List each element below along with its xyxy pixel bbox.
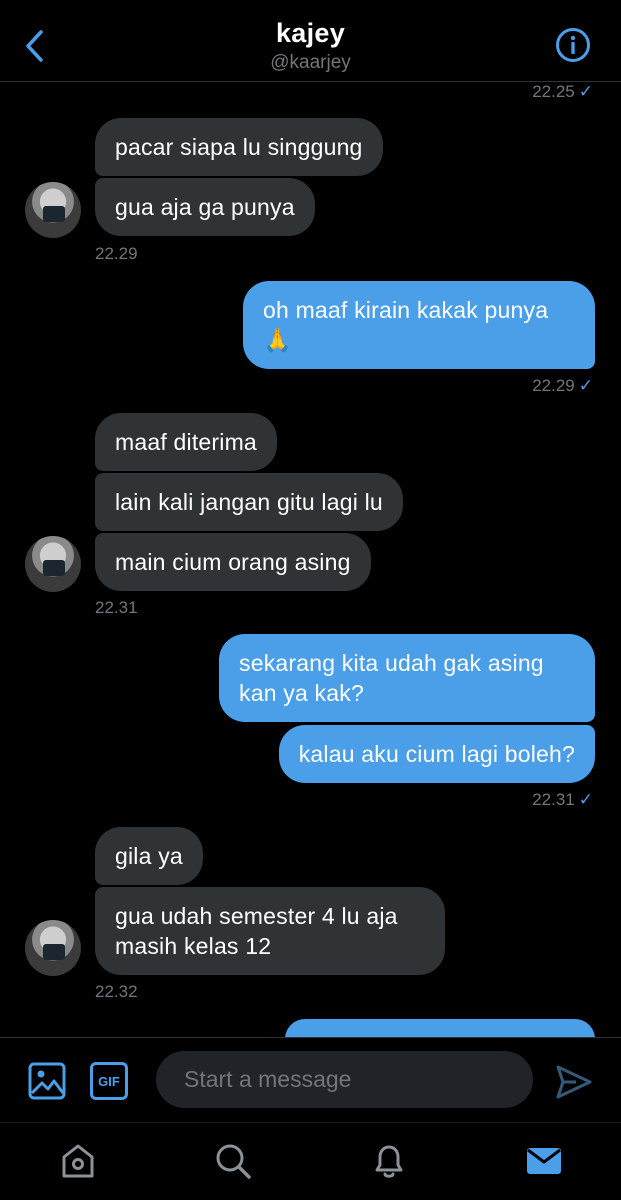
info-button[interactable]: [555, 27, 591, 63]
tab-home[interactable]: [58, 1141, 98, 1181]
conversation-header: kajey @kaarjey: [0, 0, 621, 82]
outgoing-message[interactable]: kalau aku cium lagi boleh?: [278, 725, 595, 783]
message-timestamp: 22.32: [95, 982, 138, 1001]
incoming-message[interactable]: gua aja ga punya: [95, 178, 315, 236]
message-timestamp: 22.31 ✓: [532, 790, 593, 809]
read-check-icon: ✓: [578, 82, 593, 101]
read-check-icon: ✓: [578, 376, 593, 395]
avatar[interactable]: [25, 536, 81, 592]
incoming-message[interactable]: maaf diterima: [95, 413, 277, 471]
message-timestamp: 22.31: [95, 598, 138, 617]
outgoing-message[interactable]: sekarang kita udah gak asing kan ya kak?: [219, 634, 595, 722]
incoming-message[interactable]: main cium orang asing: [95, 533, 371, 591]
outgoing-message[interactable]: oh maaf kirain kakak punya 🙏: [243, 281, 595, 369]
incoming-message[interactable]: gua udah semester 4 lu aja masih kelas 1…: [95, 887, 445, 975]
bottom-tab-bar: [0, 1122, 621, 1200]
home-icon: [62, 1144, 94, 1178]
incoming-message[interactable]: pacar siapa lu singgung: [95, 118, 383, 176]
message-timestamp: 22.25 ✓: [532, 82, 593, 101]
tab-search[interactable]: [213, 1141, 253, 1181]
read-check-icon: ✓: [578, 790, 593, 809]
info-icon: [556, 28, 590, 62]
message-composer: GIF Start a message: [0, 1037, 621, 1122]
page-title[interactable]: kajey: [0, 18, 621, 49]
search-icon: [216, 1144, 251, 1179]
bell-icon: [375, 1145, 403, 1178]
image-icon: [28, 1062, 66, 1100]
mail-icon: [527, 1148, 561, 1174]
message-timestamp: 22.29 ✓: [532, 376, 593, 395]
user-handle: @kaarjey: [270, 52, 351, 73]
praying-hands-emoji: 🙏: [263, 327, 292, 353]
incoming-message[interactable]: gila ya: [95, 827, 203, 885]
add-image-button[interactable]: [28, 1062, 66, 1100]
tab-notifications[interactable]: [369, 1141, 409, 1181]
message-list[interactable]: 22.25 ✓ pacar siapa lu singgung gua aja g…: [0, 82, 621, 1037]
gif-button[interactable]: GIF: [90, 1062, 128, 1100]
tab-messages[interactable]: [524, 1141, 564, 1181]
message-input[interactable]: Start a message: [156, 1051, 533, 1108]
outgoing-message-partial[interactable]: [285, 1019, 595, 1037]
avatar[interactable]: [25, 182, 81, 238]
avatar[interactable]: [25, 920, 81, 976]
message-timestamp: 22.29: [95, 244, 138, 263]
send-icon: [556, 1065, 592, 1099]
send-button[interactable]: [554, 1062, 594, 1102]
incoming-message[interactable]: lain kali jangan gitu lagi lu: [95, 473, 403, 531]
